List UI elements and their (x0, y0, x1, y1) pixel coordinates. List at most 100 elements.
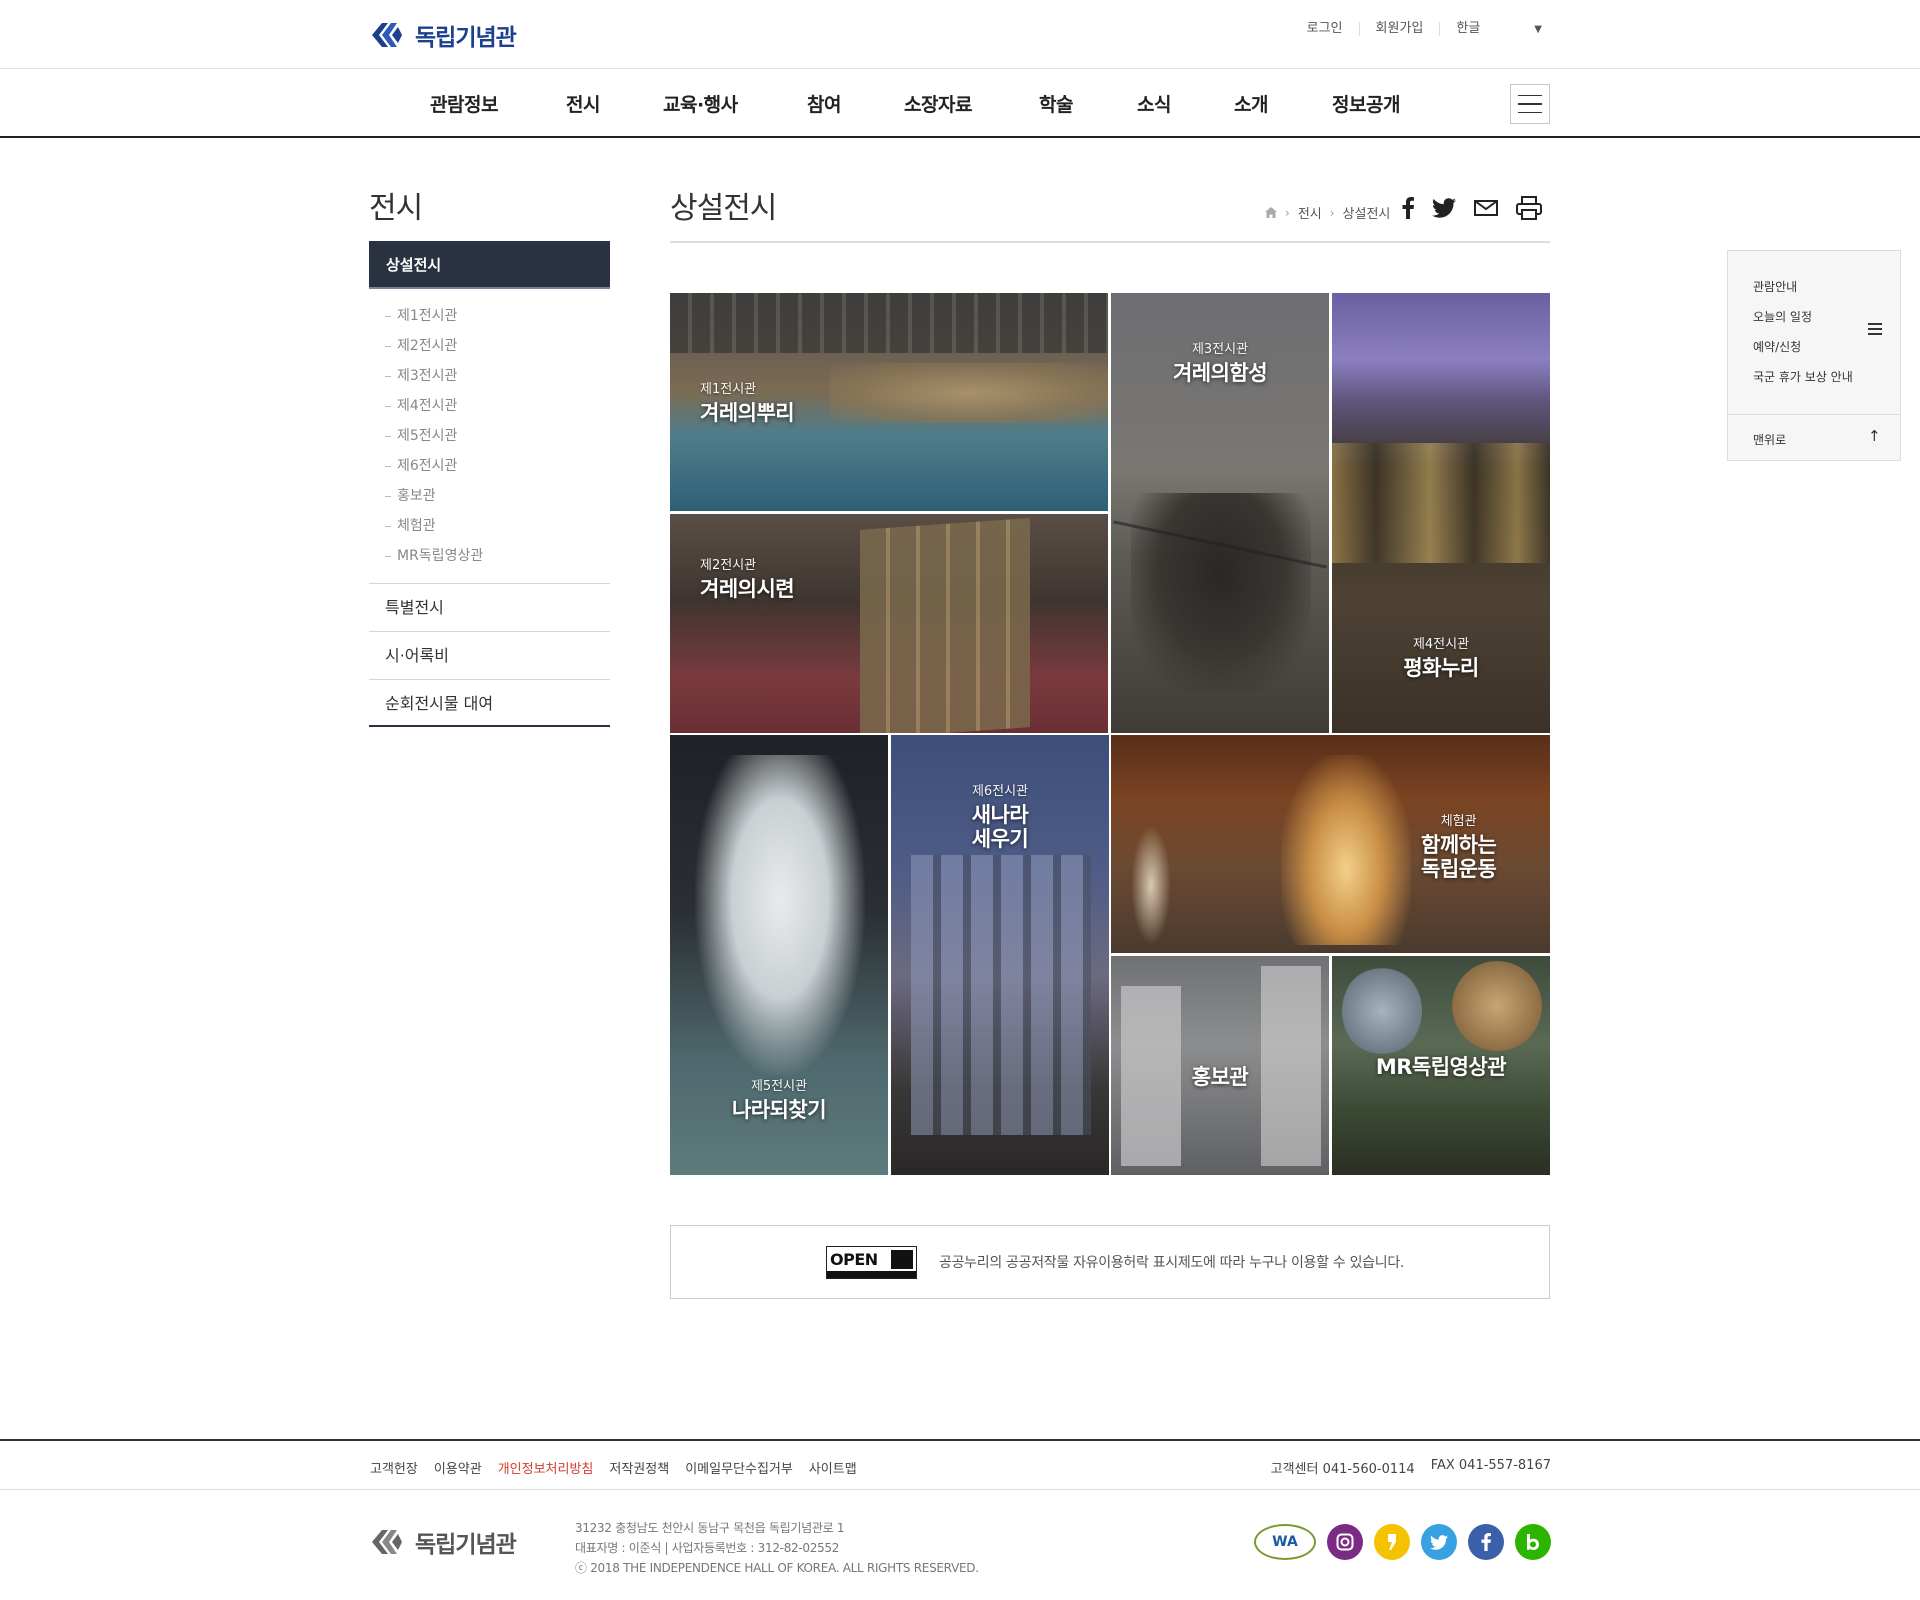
lnb-title: 전시 (369, 191, 423, 226)
footer-business-info: 대표자명 : 이준식 | 사업자등록번호 : 312-82-02552 (575, 1541, 840, 1555)
gallery-tile-hall3[interactable]: 제3전시관 겨레의함성 (1111, 293, 1329, 733)
gnb-item[interactable]: 소식 (1137, 90, 1234, 117)
arrow-up-icon[interactable]: ↑ (1868, 427, 1881, 445)
left-navigation: 상설전시 제1전시관 제2전시관 제3전시관 제4전시관 제5전시관 제6전시관… (369, 241, 610, 727)
gnb-item[interactable]: 학술 (1039, 90, 1137, 117)
tile-hall-name: 새나라 세우기 (971, 803, 1029, 852)
lnb-submenu: 제1전시관 제2전시관 제3전시관 제4전시관 제5전시관 제6전시관 홍보관 … (369, 289, 610, 583)
share-toolbar (1402, 196, 1542, 220)
tile-hall-name: 겨레의함성 (1172, 361, 1268, 385)
util-links: 로그인 회원가입 한글 ▼ (1291, 22, 1542, 36)
fax-number: FAX 041-557-8167 (1430, 1458, 1551, 1473)
breadcrumb-item[interactable]: 전시 (1298, 203, 1322, 222)
gnb-item[interactable]: 소개 (1234, 90, 1332, 117)
gallery-tile-experience[interactable]: 체험관 함께하는 독립운동 (1111, 735, 1550, 953)
breadcrumb-item[interactable]: 상설전시 (1343, 203, 1391, 222)
twitter-icon[interactable] (1432, 198, 1456, 218)
hamburger-icon[interactable] (1868, 323, 1882, 335)
kogl-description: 공공누리의 공공저작물 자유이용허락 표시제도에 따라 누구나 이용할 수 있습… (939, 1255, 1405, 1271)
quick-menu-list: 관람안내 오늘의 일정 예약/신청 국군 휴가 보상 안내 (1753, 277, 1853, 397)
gnb-item[interactable]: 소장자료 (904, 90, 1039, 117)
tile-hall-name: 홍보관 (1191, 1065, 1249, 1089)
footer-link[interactable]: 고객헌장 (370, 1458, 418, 1477)
logo-text: 독립기념관 (415, 1532, 517, 1558)
footer-link[interactable]: 이용약관 (434, 1458, 482, 1477)
tile-hall-name: 겨레의뿌리 (700, 401, 795, 425)
gallery-tile-promotion[interactable]: 홍보관 (1111, 956, 1329, 1175)
print-icon[interactable] (1516, 196, 1542, 220)
tile-hall-number: 제5전시관 (750, 1079, 808, 1094)
home-icon[interactable] (1265, 207, 1277, 218)
lnb-sub-item[interactable]: 제1전시관 (369, 301, 610, 331)
quick-menu-item[interactable]: 예약/신청 (1753, 337, 1853, 367)
lnb-sub-item[interactable]: MR독립영상관 (369, 541, 610, 571)
customer-center-phone: 고객센터 041-560-0114 (1270, 1462, 1415, 1477)
tile-hall-name: 함께하는 독립운동 (1421, 833, 1497, 882)
logo-emblem-icon (372, 1530, 402, 1554)
gallery-tile-hall5[interactable]: 제5전시관 나라되찾기 (670, 735, 888, 1175)
footer-navigation: 고객헌장 이용약관 개인정보처리방침 저작권정책 이메일무단수집거부 사이트맵 (370, 1458, 857, 1477)
lnb-item[interactable]: 시·어록비 (369, 631, 610, 679)
kogl-badge: OPEN (826, 1245, 917, 1279)
chevron-right-icon: › (1329, 205, 1335, 220)
footer-contact: 고객센터 041-560-0114 FAX 041-557-8167 (1271, 1458, 1551, 1477)
footer-logo[interactable]: 독립기념관 (369, 1525, 517, 1559)
tile-hall-name: 평화누리 (1403, 656, 1479, 680)
language-select[interactable]: 한글 (1439, 22, 1496, 36)
wa-mark-icon: WA (1254, 1524, 1316, 1560)
gallery-tile-hall4[interactable]: 제4전시관 평화누리 (1332, 293, 1550, 733)
footer-address: 31232 충청남도 천안시 동남구 목천읍 독립기념관로 1 (575, 1521, 845, 1535)
quick-menu-item[interactable]: 관람안내 (1753, 277, 1853, 307)
logo-text: 독립기념관 (415, 25, 517, 51)
lnb-sub-item[interactable]: 제5전시관 (369, 421, 610, 451)
gnb-item[interactable]: 전시 (566, 90, 663, 117)
tile-hall-name: 겨레의시련 (700, 577, 795, 601)
signup-link[interactable]: 회원가입 (1358, 22, 1440, 36)
facebook-icon[interactable] (1402, 197, 1414, 219)
lnb-sub-item[interactable]: 제6전시관 (369, 451, 610, 481)
lnb-item[interactable]: 특별전시 (369, 583, 610, 631)
lnb-sub-item[interactable]: 제2전시관 (369, 331, 610, 361)
gnb-item[interactable]: 교육·행사 (663, 90, 807, 117)
instagram-icon[interactable] (1327, 1524, 1363, 1560)
person-icon (891, 1249, 913, 1269)
lnb-item[interactable]: 순회전시물 대여 (369, 679, 610, 727)
lnb-sub-item[interactable]: 제4전시관 (369, 391, 610, 421)
kakaostory-icon[interactable] (1374, 1524, 1410, 1560)
tile-hall-number: 체험관 (1440, 814, 1477, 829)
back-to-top-button[interactable]: 맨위로 (1753, 431, 1786, 448)
gallery-tile-mr-theater[interactable]: MR독립영상관 (1332, 956, 1550, 1175)
site-logo[interactable]: 독립기념관 (369, 18, 517, 52)
gallery-tile-hall2[interactable]: 제2전시관 겨레의시련 (670, 514, 1108, 733)
hamburger-icon (1518, 94, 1542, 97)
tile-hall-number: 제6전시관 (971, 784, 1029, 799)
twitter-icon[interactable] (1421, 1524, 1457, 1560)
mail-icon[interactable] (1474, 200, 1498, 216)
gallery-tile-hall6[interactable]: 제6전시관 새나라 세우기 (891, 735, 1109, 1175)
gallery-tile-hall1[interactable]: 제1전시관 겨레의뿌리 (670, 293, 1108, 511)
lnb-sub-item[interactable]: 제3전시관 (369, 361, 610, 391)
lnb-sub-item[interactable]: 홍보관 (369, 481, 610, 511)
blog-icon[interactable] (1515, 1524, 1551, 1560)
quick-menu: 관람안내 오늘의 일정 예약/신청 국군 휴가 보상 안내 맨위로 ↑ (1727, 250, 1901, 461)
facebook-icon[interactable] (1468, 1524, 1504, 1560)
quick-menu-item[interactable]: 오늘의 일정 (1753, 307, 1853, 337)
kogl-open-text: OPEN (830, 1249, 878, 1269)
lnb-item-active[interactable]: 상설전시 (369, 241, 610, 289)
gnb-item[interactable]: 참여 (807, 90, 904, 117)
footer-link[interactable]: 저작권정책 (609, 1458, 669, 1477)
logo-emblem-icon (372, 23, 402, 47)
login-link[interactable]: 로그인 (1291, 22, 1359, 36)
page-title: 상설전시 (670, 191, 777, 226)
footer-link[interactable]: 이메일무단수집거부 (685, 1458, 793, 1477)
lnb-sub-item[interactable]: 체험관 (369, 511, 610, 541)
gnb-item[interactable]: 정보공개 (1332, 90, 1400, 117)
chevron-down-icon[interactable]: ▼ (1534, 24, 1542, 35)
quick-menu-item[interactable]: 국군 휴가 보상 안내 (1753, 367, 1853, 397)
gnb-item[interactable]: 관람정보 (430, 90, 566, 117)
tile-hall-name: 나라되찾기 (731, 1098, 827, 1122)
main-navigation: 관람정보 전시 교육·행사 참여 소장자료 학술 소식 소개 정보공개 (0, 70, 1920, 138)
all-menu-button[interactable] (1510, 84, 1550, 124)
footer-link-privacy[interactable]: 개인정보처리방침 (498, 1458, 594, 1477)
footer-link[interactable]: 사이트맵 (809, 1458, 857, 1477)
